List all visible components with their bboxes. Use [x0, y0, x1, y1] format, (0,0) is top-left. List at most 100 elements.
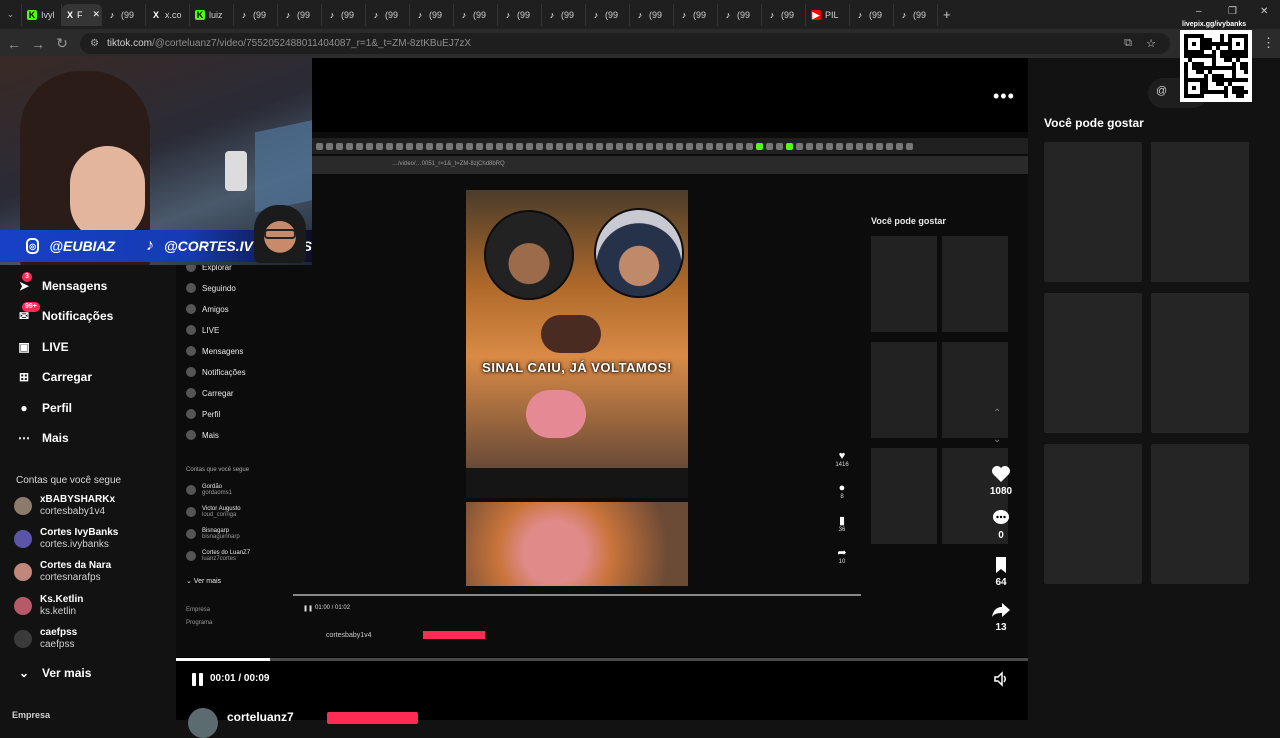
suggested-video-tile[interactable] [1151, 293, 1249, 433]
browser-tab[interactable]: X F ✕ [62, 3, 102, 26]
profile-icon: ● [20, 401, 28, 415]
nested-video-frame: SINAL CAIU, JÁ VOLTAMOS! [466, 190, 688, 468]
nested-tab [416, 142, 423, 150]
browser-tab[interactable]: ♪ (99 [366, 3, 410, 26]
share-button[interactable]: 13 [986, 601, 1016, 633]
browser-tab[interactable]: ♪ (99 [850, 3, 894, 26]
share-count: 13 [995, 622, 1007, 633]
account-handle: ks.ketlin [40, 606, 77, 617]
suggested-video-tile[interactable] [1044, 444, 1142, 584]
restore-icon[interactable]: ❐ [1228, 6, 1237, 17]
previous-video-icon[interactable]: ⌃ [993, 408, 1001, 419]
close-tab-icon[interactable]: ✕ [93, 9, 101, 20]
nested-menu-icon [186, 346, 196, 356]
nested-tab [696, 142, 703, 150]
sidebar-item-notificações[interactable]: ✉ 99+ Notificações [16, 302, 113, 324]
browser-tab[interactable]: ♪ (99 [234, 3, 278, 26]
suggested-video-tile[interactable] [1151, 444, 1249, 584]
avatar [186, 507, 196, 517]
video-progress-bar[interactable] [176, 658, 1028, 661]
nested-tab [826, 142, 833, 150]
reload-icon[interactable]: ↻ [50, 35, 74, 52]
sidebar-item-mais[interactable]: ⋯ Mais [16, 430, 69, 446]
sidebar-item-perfil[interactable]: ● Perfil [16, 400, 72, 416]
nested-menu-item: Seguindo [186, 283, 236, 293]
site-info-icon[interactable]: ⚙ [90, 38, 99, 49]
tab-label: (99 [737, 9, 751, 20]
tab-label: (99 [913, 9, 927, 20]
more-options-icon[interactable]: ••• [993, 86, 1015, 107]
footer-company-link[interactable]: Empresa [12, 710, 50, 720]
browser-tab[interactable]: ♪ (99 [278, 3, 322, 26]
browser-tab[interactable]: ▶ PIL [806, 3, 850, 26]
suggested-video-tile[interactable] [1151, 142, 1249, 282]
author-name[interactable]: corteluanz7 [227, 710, 294, 724]
close-window-icon[interactable]: ✕ [1260, 6, 1268, 17]
browser-tab[interactable]: ♪ (99 [894, 3, 938, 26]
browser-menu-icon[interactable]: ⋮ [1262, 35, 1275, 51]
nested-tab [876, 142, 883, 150]
sidebar-item-live[interactable]: ▣ LIVE [16, 339, 69, 355]
suggested-video-tile[interactable] [1044, 142, 1142, 282]
browser-tab[interactable]: Xx.co [146, 3, 190, 26]
suggested-video-tile[interactable] [1044, 293, 1142, 433]
pause-button[interactable] [188, 670, 206, 688]
browser-tab[interactable]: ♪ (99 [762, 3, 806, 26]
tiktok-icon: ♪ [725, 9, 731, 20]
browser-tab[interactable]: ♪ (99 [498, 3, 542, 26]
sidebar-item-mensagens[interactable]: ➤ 3 Mensagens [16, 272, 107, 294]
browser-tab[interactable]: ♪ (99 [674, 3, 718, 26]
following-account[interactable]: Cortes IvyBanks cortes.ivybanks [14, 527, 118, 551]
tiktok-icon: ♪ [901, 9, 907, 20]
browser-tab[interactable]: ♪ (99 [454, 3, 498, 26]
following-account[interactable]: Ks.Ketlin ks.ketlin [14, 594, 83, 618]
nested-tab [756, 142, 763, 150]
following-account[interactable]: caefpss caefpss [14, 627, 77, 651]
forward-icon[interactable]: → [26, 36, 50, 52]
minimize-icon[interactable]: – [1196, 6, 1202, 17]
following-account[interactable]: Cortes da Nara cortesnarafps [14, 560, 111, 584]
nested-tab [406, 142, 413, 150]
browser-tab[interactable]: ♪ (99 [586, 3, 630, 26]
account-name: Cortes IvyBanks [40, 527, 119, 538]
at-icon: @ [1156, 85, 1168, 97]
browser-tab[interactable]: ♪ (99 [630, 3, 674, 26]
save-button[interactable]: 64 [986, 556, 1016, 588]
tab-search-dropdown[interactable]: ⌄ [0, 3, 22, 26]
browser-tab[interactable]: ♪ (99 [410, 3, 454, 26]
tiktok-icon: ♪ [549, 9, 555, 20]
next-video-icon[interactable]: ⌄ [993, 434, 1001, 445]
sidebar-item-carregar[interactable]: ⊞ Carregar [16, 369, 92, 385]
browser-tab[interactable]: ♪ (99 [718, 3, 762, 26]
browser-tab[interactable]: ♪ (99 [542, 3, 586, 26]
tab-label: Ivyl [41, 9, 55, 20]
nested-tab [426, 142, 433, 150]
bookmark-star-icon[interactable]: ☆ [1146, 37, 1156, 50]
tiktok-icon: ♪ [637, 9, 643, 20]
following-account[interactable]: xBABYSHARKx cortesbaby1v4 [14, 494, 115, 518]
see-more-button[interactable]: ⌄ Ver mais [16, 665, 91, 681]
nested-tab [596, 142, 603, 150]
glasses-icon [264, 229, 296, 239]
nested-suggest-tile [942, 236, 1008, 332]
author-avatar[interactable] [188, 708, 218, 738]
browser-tab[interactable]: K Ivyl [22, 3, 62, 26]
follow-button[interactable] [327, 712, 418, 724]
account-name: xBABYSHARKx [40, 494, 116, 505]
cast-icon[interactable]: ⧉ [1124, 37, 1132, 50]
chevron-down-icon: ⌄ [18, 666, 30, 680]
comment-button[interactable]: 0 [986, 509, 1016, 541]
instagram-handle: @EUBIAZ [49, 238, 116, 254]
back-icon[interactable]: ← [2, 36, 26, 52]
volume-icon[interactable] [992, 670, 1010, 688]
sidebar-item-label: LIVE [42, 340, 69, 354]
like-button[interactable]: 1080 [986, 465, 1016, 497]
live-icon: ▣ [18, 340, 30, 354]
browser-tab[interactable]: Kluiz [190, 3, 234, 26]
new-tab-button[interactable]: + [938, 4, 956, 26]
address-bar[interactable]: ⚙ tiktok.com/@corteluanz7/video/75520524… [80, 33, 1170, 54]
browser-tab[interactable]: ♪ (99 [102, 3, 146, 26]
send-icon: ➤ 3 [16, 272, 32, 294]
browser-tab[interactable]: ♪ (99 [322, 3, 366, 26]
author-bar [176, 700, 1028, 720]
